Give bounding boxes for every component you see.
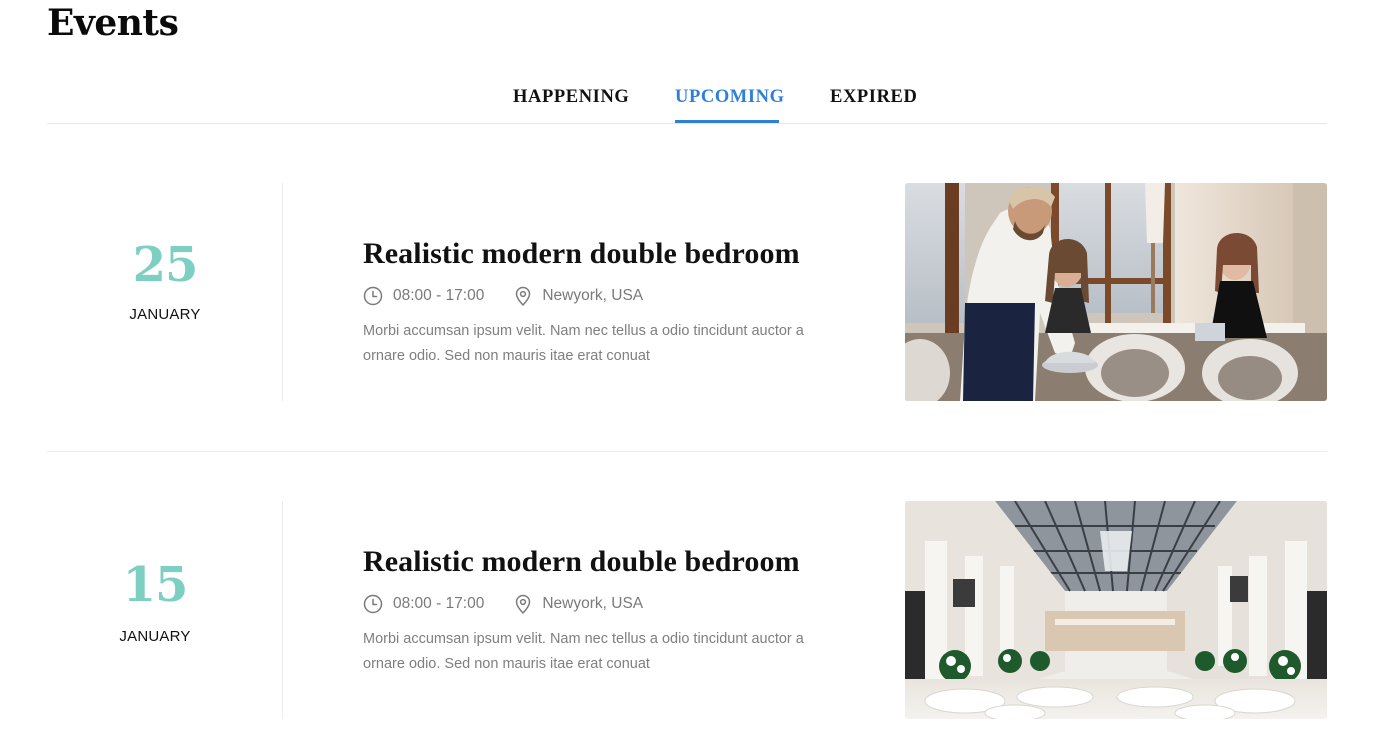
- active-tab-indicator: [675, 120, 779, 123]
- clock-icon: [363, 594, 383, 614]
- event-image[interactable]: [905, 501, 1327, 719]
- tab-expired[interactable]: EXPIRED: [830, 87, 917, 123]
- event-time-text: 08:00 - 17:00: [393, 287, 485, 304]
- event-title[interactable]: Realistic modern double bedroom: [363, 237, 843, 271]
- event-location: Newyork, USA: [514, 594, 643, 614]
- map-pin-icon: [516, 286, 531, 306]
- event-date: 15 JANUARY: [47, 501, 283, 719]
- tab-upcoming[interactable]: UPCOMING: [675, 87, 785, 123]
- event-meta: 08:00 - 17:00 Newyork, USA: [363, 593, 843, 615]
- event-info: Realistic modern double bedroom 08:00 - …: [363, 237, 843, 369]
- event-day: 25: [132, 237, 199, 293]
- event-image[interactable]: [905, 183, 1327, 401]
- event-tabs: HAPPENING UPCOMING EXPIRED: [47, 78, 1327, 124]
- event-meta: 08:00 - 17:00 Newyork, USA: [363, 285, 843, 307]
- event-time-text: 08:00 - 17:00: [393, 595, 485, 612]
- event-description: Morbi accumsan ipsum velit. Nam nec tell…: [363, 323, 804, 364]
- event-divider: [47, 451, 1327, 452]
- clock-icon: [363, 286, 383, 306]
- page-title: Events: [47, 2, 179, 44]
- event-item[interactable]: 15 JANUARY Realistic modern double bedro…: [47, 501, 1327, 719]
- restaurant-dining-photo: [905, 183, 1327, 401]
- event-item[interactable]: 25 JANUARY Realistic modern double bedro…: [47, 183, 1327, 401]
- event-time: 08:00 - 17:00: [363, 594, 484, 614]
- banquet-hall-photo: [905, 501, 1327, 719]
- event-month: JANUARY: [129, 306, 201, 323]
- event-time: 08:00 - 17:00: [363, 286, 484, 306]
- event-month: JANUARY: [119, 628, 191, 645]
- event-info: Realistic modern double bedroom 08:00 - …: [363, 545, 843, 677]
- event-location: Newyork, USA: [514, 286, 643, 306]
- event-location-text: Newyork, USA: [542, 595, 644, 612]
- event-description: Morbi accumsan ipsum velit. Nam nec tell…: [363, 631, 804, 672]
- event-location-text: Newyork, USA: [542, 287, 644, 304]
- tab-happening[interactable]: HAPPENING: [513, 87, 629, 123]
- event-day: 15: [122, 557, 189, 613]
- map-pin-icon: [516, 594, 531, 614]
- event-title[interactable]: Realistic modern double bedroom: [363, 545, 843, 579]
- event-date: 25 JANUARY: [47, 183, 283, 401]
